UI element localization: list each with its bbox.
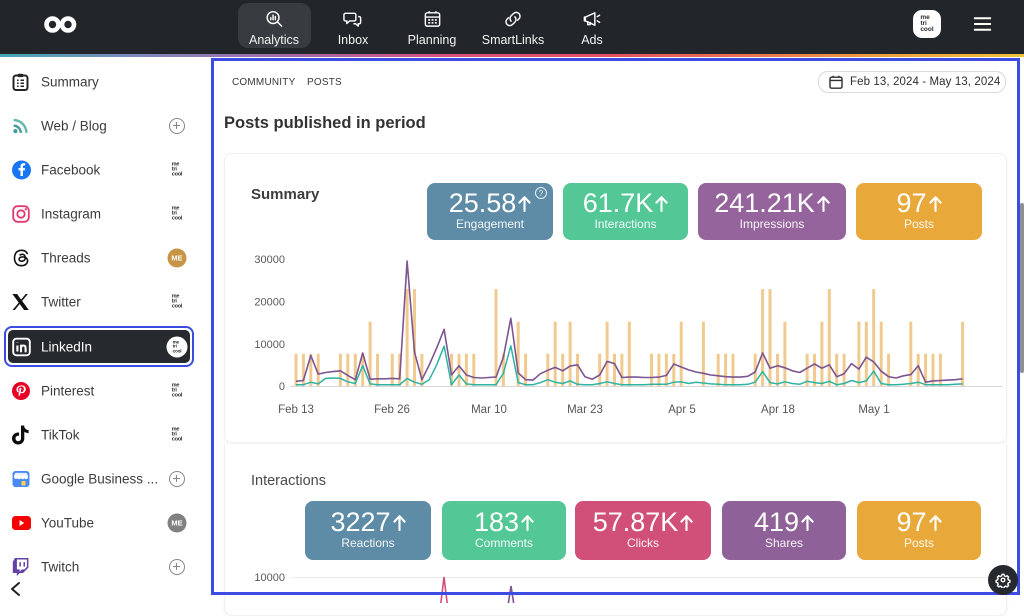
svg-text:Feb 13: Feb 13 <box>278 404 314 416</box>
svg-text:Feb 26: Feb 26 <box>374 404 410 416</box>
svg-text:Mar 10: Mar 10 <box>471 404 507 416</box>
svg-text:10000: 10000 <box>254 572 285 584</box>
svg-text:Mar 23: Mar 23 <box>567 404 603 416</box>
svg-text:30000: 30000 <box>254 254 285 266</box>
svg-text:Apr 5: Apr 5 <box>668 404 696 416</box>
svg-text:0: 0 <box>279 381 285 393</box>
svg-text:Apr 18: Apr 18 <box>761 404 795 416</box>
svg-text:10000: 10000 <box>254 339 285 351</box>
svg-text:May 1: May 1 <box>858 404 889 416</box>
svg-text:20000: 20000 <box>254 297 285 309</box>
